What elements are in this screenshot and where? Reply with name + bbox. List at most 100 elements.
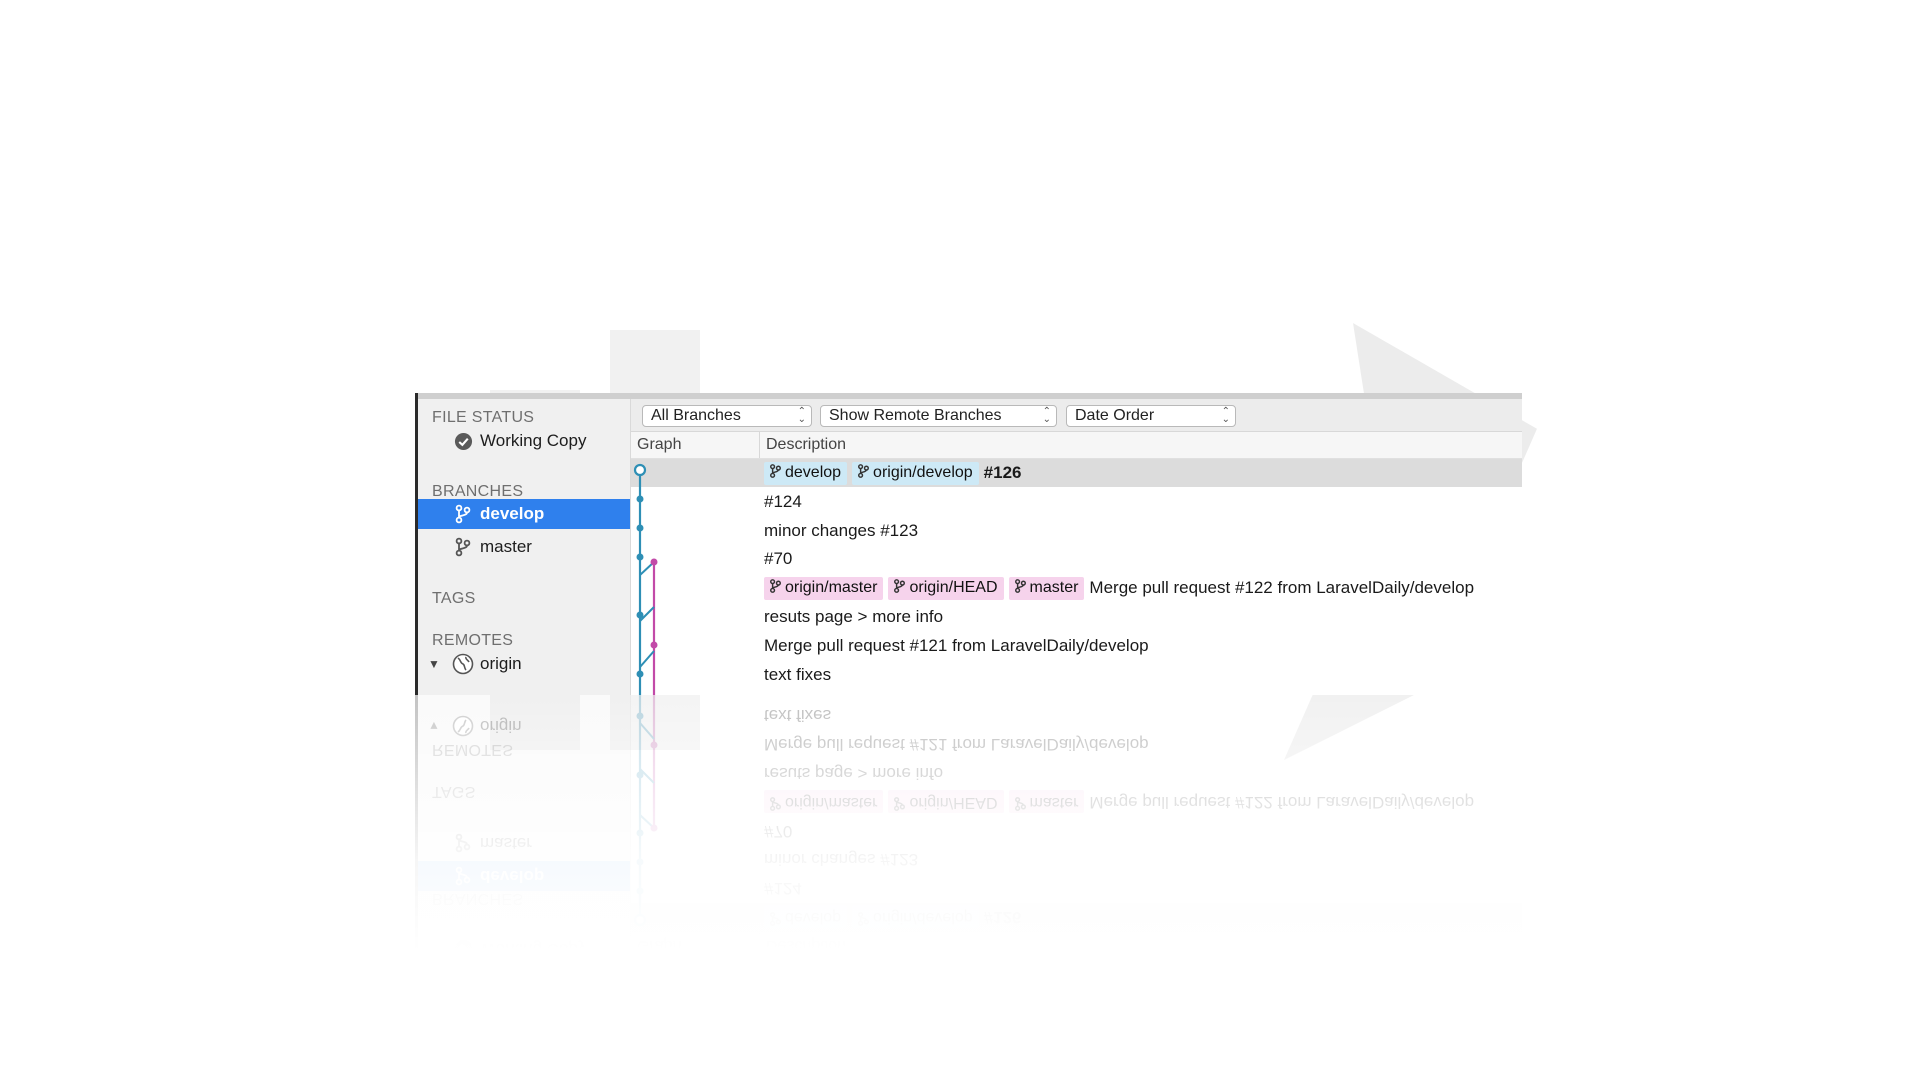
title-bar [415, 991, 1522, 997]
section-title-tags[interactable]: TAGS [432, 590, 476, 608]
branch-tag: origin/develop [852, 905, 979, 929]
branch-icon [857, 463, 873, 484]
branch-tag-label: master [1029, 579, 1079, 597]
commit-row: resuts page > more info [631, 759, 1522, 787]
branch-icon [769, 578, 785, 599]
commit-row[interactable]: #124 [631, 488, 1522, 516]
remote-branches-select[interactable]: Show Remote Branches ⌃ ⌄ [820, 405, 1057, 427]
branch-icon [1014, 578, 1030, 599]
commit-node [636, 611, 644, 619]
branch-tag[interactable]: origin/master [764, 576, 884, 600]
commit-row[interactable]: #70 [631, 545, 1522, 573]
sidebar-item-label: Working Copy [480, 431, 587, 450]
commit-row: develop origin/develop #126 [631, 903, 1522, 931]
disclosure-triangle-icon: ▼ [428, 719, 440, 733]
column-description: Description [766, 937, 847, 954]
branch-tag[interactable]: master [1008, 576, 1085, 600]
column-graph: Graph [637, 937, 682, 954]
commit-message: #126 [983, 463, 1022, 482]
branch-tag[interactable]: origin/HEAD [888, 576, 1004, 600]
toolbar: All Branches ⌃ ⌄ Show Remote Branches ⌃ ⌄ … [631, 958, 1522, 991]
branch-icon [452, 503, 474, 525]
commit-description: #124 [764, 878, 802, 898]
sidebar-item-develop[interactable]: develop [418, 499, 630, 529]
commit-node [636, 670, 644, 678]
commit-message: text fixes [764, 664, 832, 684]
section-title-tags: TAGS [432, 783, 476, 800]
commit-message: #70 [764, 821, 793, 841]
column-divider [759, 932, 760, 958]
commit-graph [633, 463, 658, 695]
branch-icon [1014, 791, 1030, 812]
branch-tag-label: origin/develop [873, 909, 973, 926]
commit-node [636, 829, 644, 837]
branch-tag: develop [764, 905, 848, 929]
branch-tag-label: origin/HEAD [909, 793, 998, 811]
branch-icon [893, 791, 909, 812]
branches-filter-value: All Branches [651, 407, 741, 424]
branch-tag[interactable]: origin/develop [852, 461, 979, 485]
branch-tag-label: origin/master [785, 793, 878, 811]
branch-icon [452, 832, 474, 854]
head-commit-node [633, 463, 647, 477]
branch-icon [452, 865, 474, 887]
order-select[interactable]: Date Order ⌃ ⌄ [1066, 405, 1236, 427]
branch-tag[interactable]: develop [764, 461, 848, 485]
commit-row[interactable]: develop origin/develop #126 [631, 459, 1522, 487]
sourcetree-window: FILE STATUS Working Copy BRANCHES develo… [415, 393, 1522, 695]
branches-filter-select[interactable]: All Branches ⌃ ⌄ [642, 405, 812, 427]
merge-edge [639, 814, 655, 829]
checkmark-circle-icon [452, 938, 474, 960]
commit-row[interactable]: resuts page > more info [631, 603, 1522, 631]
commit-message: minor changes #123 [764, 850, 919, 870]
disclosure-triangle-icon[interactable]: ▼ [428, 657, 440, 671]
commit-description: minor changes #123 [764, 521, 918, 541]
select-arrows-icon: ⌃ ⌄ [1042, 965, 1051, 984]
commit-message: resuts page > more info [764, 764, 944, 783]
commit-description: #70 [764, 821, 792, 841]
select-arrows-icon: ⌃ ⌄ [797, 965, 806, 984]
commit-message: resuts page > more info [764, 607, 944, 626]
branch-icon [769, 791, 785, 812]
column-graph[interactable]: Graph [637, 436, 681, 454]
sidebar-item-working-copy: Working Copy [418, 934, 630, 964]
commit-description: origin/master origin/HEAD master Merge pull… [764, 790, 1475, 814]
commit-description: Merge pull request #121 from LaravelDail… [764, 636, 1149, 656]
commit-description: resuts page > more info [764, 607, 943, 627]
commit-node [636, 553, 644, 561]
column-header: Graph Description [631, 432, 1522, 459]
commit-row[interactable]: origin/master origin/HEAD master Merge pull… [631, 574, 1522, 602]
sidebar-item-origin[interactable]: ▼ origin [418, 649, 630, 679]
sidebar: FILE STATUS Working Copy BRANCHES develo… [418, 399, 631, 695]
commit-row[interactable]: text fixes [631, 661, 1522, 689]
branches-filter-select: All Branches ⌃ ⌄ [642, 963, 812, 985]
column-header: Graph Description [631, 931, 1522, 958]
column-description[interactable]: Description [766, 436, 846, 454]
commit-message: Merge pull request #122 from LaravelDail… [1089, 578, 1475, 598]
sidebar-item-label: develop [480, 504, 545, 523]
commit-description: origin/master origin/HEAD master Merge pull… [764, 576, 1475, 600]
branches-filter-value: All Branches [651, 966, 741, 983]
sidebar-item-working-copy[interactable]: Working Copy [418, 426, 630, 456]
section-title-file-status: FILE STATUS [432, 964, 535, 981]
order-value: Date Order [1075, 966, 1155, 983]
commit-node [636, 858, 644, 866]
sidebar-item-label: Working Copy [480, 940, 587, 959]
column-divider[interactable] [759, 432, 760, 458]
history-panel: All Branches ⌃ ⌄ Show Remote Branches ⌃ ⌄ … [631, 399, 1522, 695]
commit-row: #70 [631, 817, 1522, 845]
commit-message: #124 [764, 491, 802, 511]
commit-message: Merge pull request #121 from LaravelDail… [764, 635, 1149, 655]
commit-message: Merge pull request #122 from LaravelDail… [1089, 792, 1475, 812]
commit-row[interactable]: minor changes #123 [631, 517, 1522, 545]
commit-node [636, 495, 644, 503]
section-title-remotes: REMOTES [432, 632, 514, 649]
checkmark-circle-icon [452, 430, 474, 452]
sidebar-item-master[interactable]: master [418, 532, 630, 562]
commit-row[interactable]: Merge pull request #121 from LaravelDail… [631, 632, 1522, 660]
commit-description: #124 [764, 492, 802, 512]
sidebar-item-develop: develop [418, 861, 630, 891]
branch-icon [893, 578, 909, 599]
section-title-branches: BRANCHES [432, 890, 524, 907]
branch-tag: origin/HEAD [888, 790, 1004, 814]
